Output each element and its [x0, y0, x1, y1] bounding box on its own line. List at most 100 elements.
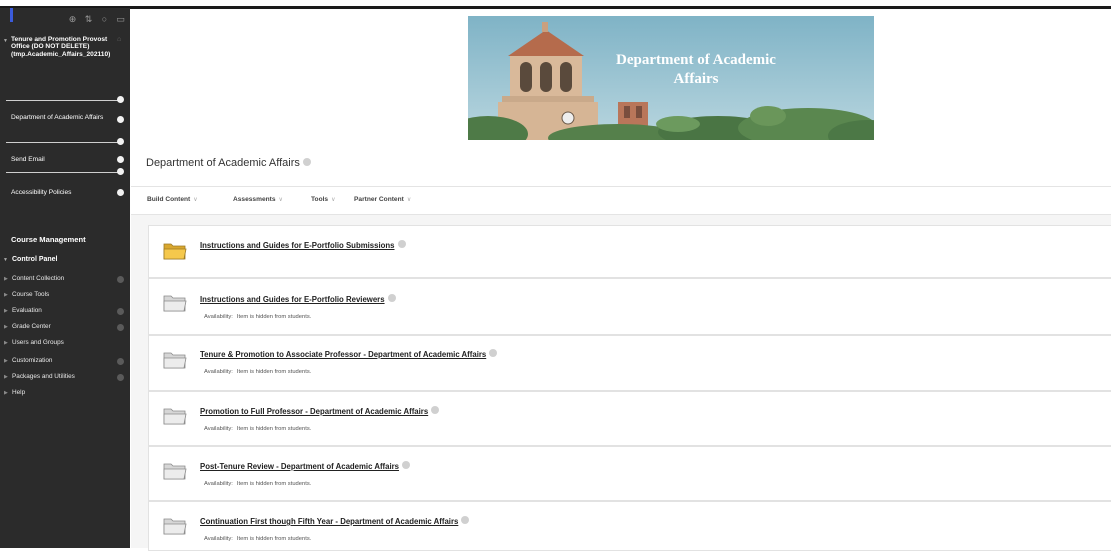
content-item[interactable]: Continuation First though Fifth Year - D… — [148, 501, 1111, 551]
content-item[interactable]: Post-Tenure Review - Department of Acade… — [148, 446, 1111, 501]
build-content-label: Build Content — [147, 196, 191, 203]
item-title-link[interactable]: Continuation First though Fifth Year - D… — [200, 516, 470, 526]
item-title-link[interactable]: Tenure & Promotion to Associate Professo… — [200, 349, 498, 359]
tool-packages-and-utilities[interactable]: ▶ Packages and Utilities — [0, 369, 130, 385]
item-context-menu-icon[interactable] — [431, 406, 440, 414]
item-title-link[interactable]: Instructions and Guides for E-Portfolio … — [200, 294, 396, 304]
content-item[interactable]: Promotion to Full Professor - Department… — [148, 391, 1111, 446]
item-title-text: Instructions and Guides for E-Portfolio … — [200, 295, 385, 304]
folder-closed-icon — [163, 408, 187, 425]
availability-label: Availability: — [204, 481, 233, 487]
availability-label: Availability: — [204, 536, 233, 542]
control-panel-heading[interactable]: ▼ Control Panel — [0, 254, 130, 266]
menu-item-handle[interactable] — [117, 116, 124, 123]
collapse-triangle-icon[interactable]: ▼ — [3, 38, 8, 45]
add-menu-item-icon[interactable]: ⊕ — [68, 14, 77, 24]
tool-label: Content Collection — [12, 275, 65, 282]
tool-course-tools[interactable]: ▶ Course Tools — [0, 287, 130, 303]
item-availability: Availability: Item is hidden from student… — [204, 426, 311, 432]
tool-users-and-groups[interactable]: ▶ Users and Groups — [0, 335, 130, 351]
context-menu-icon[interactable] — [117, 276, 124, 283]
assessments-menu[interactable]: Assessments ∨ — [233, 196, 283, 203]
availability-value: Item is hidden from students. — [236, 481, 312, 487]
tool-label: Grade Center — [12, 323, 51, 330]
item-availability: Availability: Item is hidden from student… — [204, 481, 311, 487]
reorder-icon[interactable]: ⇅ — [84, 14, 93, 24]
item-context-menu-icon[interactable] — [489, 349, 498, 357]
context-menu-icon[interactable] — [117, 308, 124, 315]
tool-label: Packages and Utilities — [12, 373, 75, 380]
availability-value: Item is hidden from students. — [236, 536, 312, 542]
tools-label: Tools — [311, 196, 329, 203]
expand-triangle-icon: ▶ — [4, 292, 8, 298]
course-title[interactable]: ▼ Tenure and Promotion Provost Office (D… — [0, 30, 130, 58]
banner-graphic: Department of Academic Affairs — [468, 16, 874, 140]
expand-triangle-icon: ▶ — [4, 374, 8, 380]
availability-value: Item is hidden from students. — [236, 314, 312, 320]
course-menu-sidebar: ⊕ ⇅ ○ ▭ ▼ Tenure and Promotion Provost O… — [0, 8, 130, 548]
content-item[interactable]: Instructions and Guides for E-Portfolio … — [148, 278, 1111, 335]
display-options-icon[interactable]: ▭ — [116, 14, 125, 24]
build-content-menu[interactable]: Build Content ∨ — [147, 196, 198, 203]
menu-divider — [6, 100, 118, 101]
expand-triangle-icon: ▶ — [4, 308, 8, 314]
collapse-triangle-icon[interactable]: ▼ — [3, 254, 8, 266]
tool-customization[interactable]: ▶ Customization — [0, 353, 130, 369]
course-management-heading: Course Management — [11, 235, 86, 244]
page-title-text: Department of Academic Affairs — [146, 157, 300, 169]
item-context-menu-icon[interactable] — [461, 516, 470, 524]
content-item[interactable]: Instructions and Guides for E-Portfolio … — [148, 225, 1111, 278]
availability-label: Availability: — [204, 426, 233, 432]
content-item[interactable]: Tenure & Promotion to Associate Professo… — [148, 335, 1111, 391]
item-availability: Availability: Item is hidden from student… — [204, 369, 311, 375]
page-title: Department of Academic Affairs — [146, 157, 311, 169]
item-context-menu-icon[interactable] — [397, 240, 406, 248]
content-action-bar: Build Content ∨ Assessments ∨ Tools ∨ Partn… — [131, 186, 1111, 215]
menu-item-handle[interactable] — [117, 189, 124, 196]
item-title-text: Tenure & Promotion to Associate Professo… — [200, 350, 487, 359]
menu-divider-handle[interactable] — [117, 168, 124, 175]
tool-label: Help — [12, 389, 26, 396]
tool-evaluation[interactable]: ▶ Evaluation — [0, 303, 130, 319]
menu-toggle-tab[interactable] — [10, 8, 13, 22]
home-icon[interactable]: ⌂ — [117, 36, 124, 43]
page-context-menu-icon[interactable] — [302, 158, 311, 166]
context-menu-icon[interactable] — [117, 374, 124, 381]
expand-triangle-icon: ▶ — [4, 358, 8, 364]
item-title-text: Post-Tenure Review - Department of Acade… — [200, 462, 400, 471]
tool-label: Course Tools — [12, 291, 50, 298]
menu-item-handle[interactable] — [117, 156, 124, 163]
item-context-menu-icon[interactable] — [402, 461, 411, 469]
item-title-text: Instructions and Guides for E-Portfolio … — [200, 241, 395, 250]
folder-closed-icon — [163, 518, 187, 535]
folder-open-icon — [163, 243, 187, 260]
item-title-link[interactable]: Promotion to Full Professor - Department… — [200, 406, 440, 416]
context-menu-icon[interactable] — [117, 358, 124, 365]
top-border — [0, 6, 1111, 9]
menu-link-department[interactable]: Department of Academic Affairs — [0, 114, 110, 122]
menu-divider-handle[interactable] — [117, 96, 124, 103]
app-frame: ⊕ ⇅ ○ ▭ ▼ Tenure and Promotion Provost O… — [0, 0, 1111, 551]
menu-link-label: Send Email — [11, 156, 45, 163]
tool-help[interactable]: ▶ Help — [0, 385, 130, 401]
banner-title-line2: Affairs — [674, 71, 719, 87]
menu-link-send-email[interactable]: Send Email — [0, 156, 45, 164]
refresh-icon[interactable]: ○ — [100, 14, 109, 24]
tools-menu[interactable]: Tools ∨ — [311, 196, 336, 203]
context-menu-icon[interactable] — [117, 324, 124, 331]
course-title-text: Tenure and Promotion Provost Office (DO … — [11, 36, 111, 58]
availability-value: Item is hidden from students. — [236, 426, 312, 432]
control-panel-label: Control Panel — [12, 256, 58, 263]
folder-closed-icon — [163, 463, 187, 480]
item-context-menu-icon[interactable] — [387, 294, 396, 302]
menu-link-accessibility[interactable]: Accessibility Policies — [0, 189, 71, 197]
partner-content-menu[interactable]: Partner Content ∨ — [354, 196, 411, 203]
tool-grade-center[interactable]: ▶ Grade Center — [0, 319, 130, 335]
menu-divider — [6, 142, 118, 143]
item-title-link[interactable]: Post-Tenure Review - Department of Acade… — [200, 461, 411, 471]
tool-label: Customization — [12, 357, 53, 364]
item-title-link[interactable]: Instructions and Guides for E-Portfolio … — [200, 240, 406, 250]
tool-content-collection[interactable]: ▶ Content Collection — [0, 271, 130, 287]
menu-divider-handle[interactable] — [117, 138, 124, 145]
availability-label: Availability: — [204, 314, 233, 320]
